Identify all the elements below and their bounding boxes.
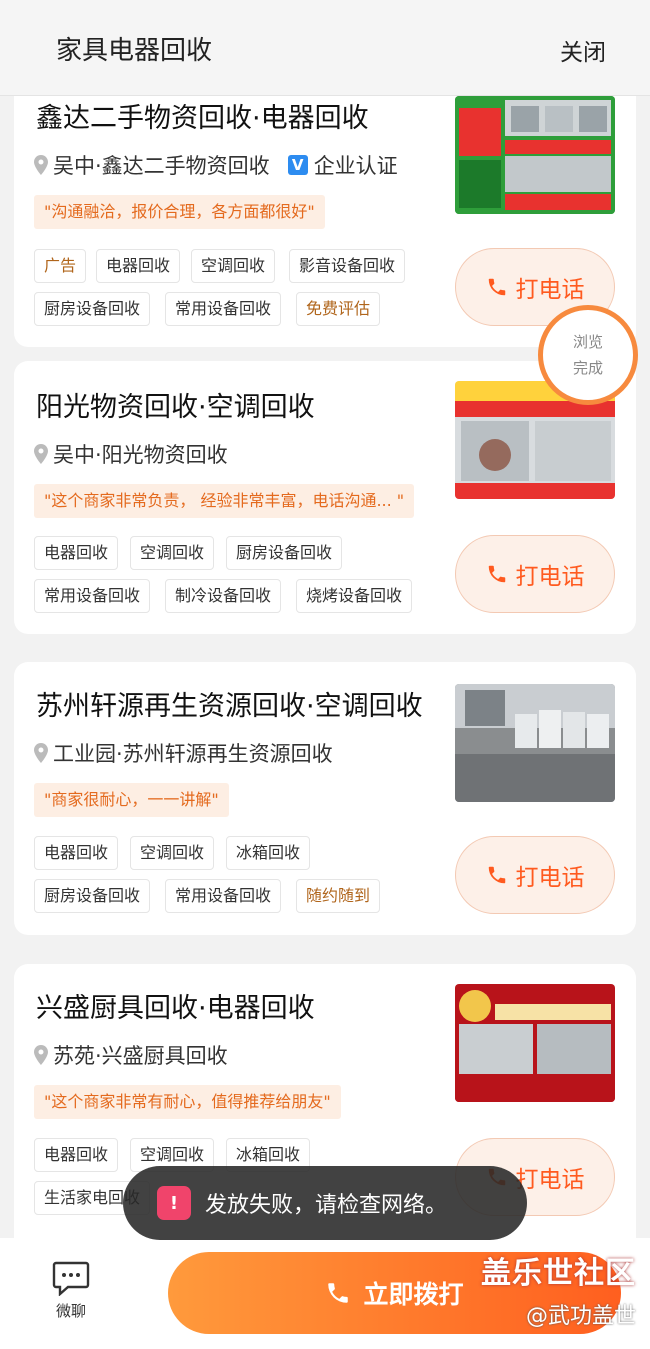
toast-text: 发放失败，请检查网络。 xyxy=(205,1193,448,1218)
tag: 空调回收 xyxy=(191,249,276,283)
call-label: 打电话 xyxy=(515,1167,585,1193)
thumbnail-image xyxy=(455,984,615,1102)
location-pin-icon xyxy=(34,743,48,763)
tag: 空调回收 xyxy=(130,536,215,570)
tag: 厨房设备回收 xyxy=(34,879,151,913)
error-toast: ! 发放失败，请检查网络。 xyxy=(123,1166,527,1240)
merchant-thumbnail[interactable] xyxy=(455,984,615,1102)
merchant-location: 吴中·鑫达二手物资回收 V 企业认证 xyxy=(34,150,398,180)
merchant-name: 阳光物资回收·空调回收 xyxy=(36,392,315,423)
chat-button[interactable]: 微聊 xyxy=(46,1260,96,1321)
watermark-line2: @武功盖世 xyxy=(525,1304,636,1329)
location-pin-icon xyxy=(34,155,48,175)
tag: 制冷设备回收 xyxy=(165,579,282,613)
page-title: 家具电器回收 xyxy=(56,36,213,66)
tag: 免费评估 xyxy=(296,292,381,326)
browse-complete-badge: 浏览 完成 xyxy=(538,305,638,405)
enterprise-verified: V 企业认证 xyxy=(287,150,398,180)
watermark-line1: 盖乐世社区 xyxy=(481,1256,636,1291)
location-pin-icon xyxy=(34,444,48,464)
merchant-location: 工业园·苏州轩源再生资源回收 xyxy=(34,738,333,768)
phone-icon xyxy=(488,565,505,583)
review-quote: "沟通融洽，报价合理，各方面都很好" xyxy=(34,195,325,229)
call-now-label: 立即拨打 xyxy=(363,1280,464,1309)
tag: 常用设备回收 xyxy=(165,292,282,326)
review-quote: "这个商家非常负责， 经验非常丰富，电话沟通... " xyxy=(34,484,415,518)
location-text: 工业园·苏州轩源再生资源回收 xyxy=(53,742,333,766)
chat-icon xyxy=(52,1261,90,1296)
merchant-thumbnail[interactable] xyxy=(455,684,615,802)
review-quote: "这个商家非常有耐心，值得推荐给朋友" xyxy=(34,1085,341,1119)
tag: 影音设备回收 xyxy=(289,249,406,283)
thumbnail-image xyxy=(455,96,615,214)
verified-label: 企业认证 xyxy=(313,154,398,178)
review-quote: "商家很耐心，一一讲解" xyxy=(34,783,229,817)
location-text: 吴中·阳光物资回收 xyxy=(53,443,228,467)
merchant-location: 吴中·阳光物资回收 xyxy=(34,439,228,469)
tag: 常用设备回收 xyxy=(165,879,282,913)
tag: 电器回收 xyxy=(34,1138,119,1172)
merchant-thumbnail[interactable] xyxy=(455,96,615,214)
phone-icon xyxy=(488,278,505,296)
tag: 空调回收 xyxy=(130,836,215,870)
verified-icon: V xyxy=(287,155,308,175)
call-button[interactable]: 打电话 xyxy=(455,535,615,613)
call-button[interactable]: 打电话 xyxy=(455,836,615,914)
tag: 冰箱回收 xyxy=(226,836,311,870)
merchant-name: 鑫达二手物资回收·电器回收 xyxy=(36,103,369,134)
phone-icon xyxy=(328,1283,349,1303)
tag: 电器回收 xyxy=(34,836,119,870)
call-label: 打电话 xyxy=(515,564,585,590)
merchant-card[interactable]: 阳光物资回收·空调回收 吴中·阳光物资回收 "这个商家非常负责， 经验非常丰富，… xyxy=(14,361,636,634)
merchant-list[interactable]: 鑫达二手物资回收·电器回收 吴中·鑫达二手物资回收 V 企业认证 "沟通融洽，报… xyxy=(0,96,650,1238)
call-label: 打电话 xyxy=(515,865,585,891)
bottom-bar: 微聊 立即拨打 盖乐世社区 @武功盖世 xyxy=(0,1238,650,1349)
chat-label: 微聊 xyxy=(55,1302,86,1320)
tag: 电器回收 xyxy=(34,536,119,570)
merchant-name: 兴盛厨具回收·电器回收 xyxy=(36,993,315,1024)
alert-icon: ! xyxy=(157,1186,191,1220)
location-text: 苏苑·兴盛厨具回收 xyxy=(53,1044,228,1068)
merchant-location: 苏苑·兴盛厨具回收 xyxy=(34,1040,228,1070)
tag: 烧烤设备回收 xyxy=(296,579,413,613)
tag: 电器回收 xyxy=(96,249,181,283)
browse-complete-line2: 完成 xyxy=(572,359,603,377)
tag: 随约随到 xyxy=(296,879,381,913)
merchant-card[interactable]: 苏州轩源再生资源回收·空调回收 工业园·苏州轩源再生资源回收 "商家很耐心，一一… xyxy=(14,662,636,935)
watermark: 盖乐世社区 @武功盖世 xyxy=(481,1248,636,1330)
phone-icon xyxy=(488,866,505,884)
close-button[interactable]: 关闭 xyxy=(560,33,606,67)
tag: 广告 xyxy=(34,249,87,283)
location-pin-icon xyxy=(34,1045,48,1065)
browse-complete-line1: 浏览 xyxy=(572,333,603,351)
thumbnail-image xyxy=(455,684,615,802)
tag: 厨房设备回收 xyxy=(226,536,343,570)
merchant-name: 苏州轩源再生资源回收·空调回收 xyxy=(36,691,423,722)
tag: 常用设备回收 xyxy=(34,579,151,613)
tag: 厨房设备回收 xyxy=(34,292,151,326)
top-bar: 家具电器回收 关闭 xyxy=(0,0,650,96)
location-text: 吴中·鑫达二手物资回收 xyxy=(53,154,270,178)
merchant-card[interactable]: 鑫达二手物资回收·电器回收 吴中·鑫达二手物资回收 V 企业认证 "沟通融洽，报… xyxy=(14,96,636,347)
call-label: 打电话 xyxy=(515,277,585,303)
